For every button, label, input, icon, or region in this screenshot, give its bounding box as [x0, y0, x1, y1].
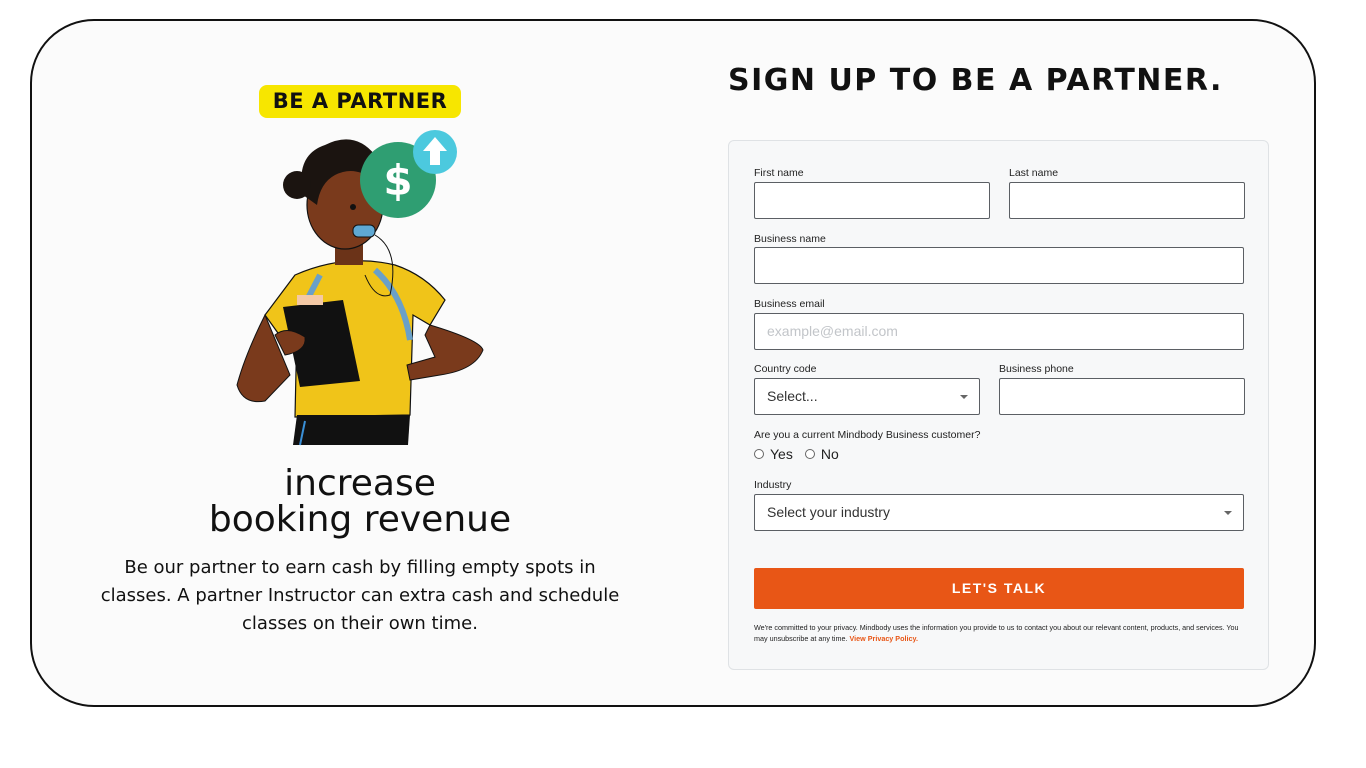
form-title: SIGN UP TO BE A PARTNER. — [728, 63, 1223, 98]
coach-illustration: $ — [236, 130, 484, 446]
industry-selected: Select your industry — [767, 504, 890, 520]
first-name-label: First name — [754, 167, 804, 179]
radio-no[interactable] — [804, 449, 815, 459]
business-phone-field[interactable] — [999, 378, 1245, 415]
headline-line-2: booking revenue — [208, 499, 512, 540]
business-phone-label: Business phone — [999, 363, 1074, 375]
svg-text:$: $ — [383, 156, 412, 205]
chevron-down-icon — [960, 395, 968, 399]
headline: increase booking revenue — [160, 466, 560, 538]
business-name-field[interactable] — [754, 247, 1244, 284]
country-code-label: Country code — [754, 363, 817, 375]
business-email-label: Business email — [754, 298, 825, 310]
lets-talk-button[interactable]: LET'S TALK — [754, 568, 1244, 609]
chevron-down-icon — [1224, 511, 1232, 515]
business-name-label: Business name — [754, 233, 826, 245]
customer-question-label: Are you a current Mindbody Business cust… — [754, 429, 981, 441]
industry-label: Industry — [754, 479, 792, 491]
promo-description: Be our partner to earn cash by filling e… — [100, 557, 620, 634]
radio-yes[interactable] — [754, 449, 764, 459]
first-name-field[interactable] — [754, 182, 990, 219]
signup-form-card: First name Last name Business name Busin… — [728, 140, 1269, 670]
radio-no-label[interactable]: No — [821, 446, 839, 462]
privacy-notice: We're committed to your privacy. Mindbod… — [754, 622, 1244, 644]
country-code-select[interactable]: Select... — [754, 378, 980, 415]
industry-select[interactable]: Select your industry — [754, 494, 1244, 531]
up-arrow-icon — [413, 130, 457, 174]
last-name-field[interactable] — [1009, 182, 1245, 219]
headline-line-1: increase — [284, 463, 436, 504]
country-code-selected: Select... — [767, 388, 818, 404]
radio-yes-label[interactable]: Yes — [770, 446, 793, 462]
business-email-field[interactable]: example@email.com — [754, 313, 1244, 350]
last-name-label: Last name — [1009, 167, 1059, 179]
be-a-partner-badge: BE A PARTNER — [259, 85, 461, 118]
privacy-policy-link[interactable]: View Privacy Policy. — [849, 634, 917, 643]
privacy-text: We're committed to your privacy. Mindbod… — [754, 623, 1239, 643]
customer-radio-group: Yes No — [754, 446, 851, 462]
